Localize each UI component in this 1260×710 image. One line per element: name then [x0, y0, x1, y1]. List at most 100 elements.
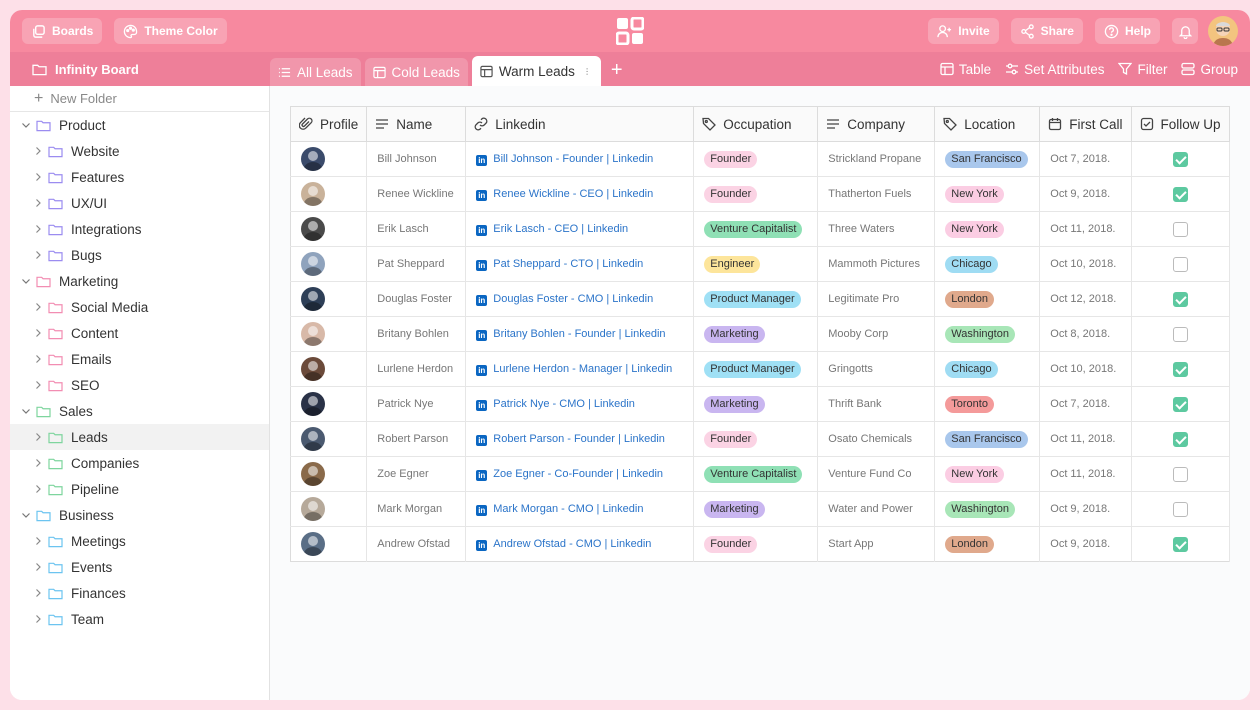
column-header-first-call[interactable]: First Call: [1039, 106, 1132, 142]
linkedin-cell[interactable]: in Robert Parson - Founder | Linkedin: [465, 421, 695, 457]
sidebar-item-content[interactable]: Content: [10, 320, 269, 346]
name-cell[interactable]: Douglas Foster: [366, 281, 467, 317]
chevron-right-icon[interactable]: [32, 379, 44, 391]
linkedin-cell[interactable]: in Pat Sheppard - CTO | Linkedin: [465, 246, 695, 282]
avatar[interactable]: [301, 287, 325, 311]
first-call-cell[interactable]: Oct 8, 2018.: [1039, 316, 1132, 352]
linkedin-cell[interactable]: in Britany Bohlen - Founder | Linkedin: [465, 316, 695, 352]
linkedin-link[interactable]: Patrick Nye - CMO | Linkedin: [493, 398, 635, 410]
theme-color-button[interactable]: Theme Color: [114, 18, 227, 44]
avatar[interactable]: [301, 462, 325, 486]
tab-warm-leads[interactable]: Warm Leads ···: [471, 56, 601, 86]
linkedin-link[interactable]: Robert Parson - Founder | Linkedin: [493, 433, 665, 445]
sidebar-item-leads[interactable]: Leads: [10, 424, 269, 450]
new-folder-button[interactable]: + New Folder: [10, 86, 269, 112]
sidebar-folder-business[interactable]: Business: [10, 502, 269, 528]
chevron-right-icon[interactable]: [32, 613, 44, 625]
table-row[interactable]: Zoe Egner in Zoe Egner - Co-Founder | Link…: [290, 456, 1230, 492]
linkedin-cell[interactable]: in Erik Lasch - CEO | Linkedin: [465, 211, 695, 247]
company-cell[interactable]: Start App: [817, 526, 936, 562]
chevron-down-icon[interactable]: [20, 275, 32, 287]
location-cell[interactable]: Washington: [934, 316, 1041, 352]
name-cell[interactable]: Pat Sheppard: [366, 246, 467, 282]
linkedin-link[interactable]: Andrew Ofstad - CMO | Linkedin: [493, 538, 651, 550]
avatar[interactable]: [301, 322, 325, 346]
add-tab-button[interactable]: +: [611, 56, 623, 86]
avatar[interactable]: [301, 427, 325, 451]
location-cell[interactable]: Chicago: [934, 351, 1041, 387]
linkedin-link[interactable]: Douglas Foster - CMO | Linkedin: [493, 293, 653, 305]
company-cell[interactable]: Venture Fund Co: [817, 456, 936, 492]
sidebar-folder-product[interactable]: Product: [10, 112, 269, 138]
sidebar-item-bugs[interactable]: Bugs: [10, 242, 269, 268]
avatar[interactable]: [301, 497, 325, 521]
company-cell[interactable]: Gringotts: [817, 351, 936, 387]
table-row[interactable]: Patrick Nye in Patrick Nye - CMO | Linkedi…: [290, 386, 1230, 422]
column-header-follow-up[interactable]: Follow Up: [1131, 106, 1230, 142]
sidebar-item-companies[interactable]: Companies: [10, 450, 269, 476]
chevron-right-icon[interactable]: [32, 145, 44, 157]
linkedin-cell[interactable]: in Bill Johnson - Founder | Linkedin: [465, 141, 695, 177]
filter-button[interactable]: Filter: [1118, 62, 1167, 77]
follow-up-checkbox[interactable]: [1172, 536, 1188, 552]
location-cell[interactable]: Chicago: [934, 246, 1041, 282]
occupation-cell[interactable]: Venture Capitalist: [693, 211, 819, 247]
table-row[interactable]: Mark Morgan in Mark Morgan - CMO | Linkedi…: [290, 491, 1230, 527]
occupation-cell[interactable]: Product Manager: [693, 351, 819, 387]
linkedin-link[interactable]: Mark Morgan - CMO | Linkedin: [493, 503, 643, 515]
chevron-right-icon[interactable]: [32, 197, 44, 209]
sidebar-item-ux-ui[interactable]: UX/UI: [10, 190, 269, 216]
avatar[interactable]: [301, 252, 325, 276]
location-cell[interactable]: New York: [934, 456, 1041, 492]
occupation-cell[interactable]: Founder: [693, 421, 819, 457]
chevron-right-icon[interactable]: [32, 483, 44, 495]
avatar[interactable]: [301, 392, 325, 416]
sidebar-item-website[interactable]: Website: [10, 138, 269, 164]
column-header-name[interactable]: Name: [366, 106, 467, 142]
first-call-cell[interactable]: Oct 11, 2018.: [1039, 456, 1132, 492]
user-avatar[interactable]: [1208, 16, 1238, 46]
notifications-button[interactable]: [1172, 18, 1198, 44]
column-header-linkedin[interactable]: Linkedin: [465, 106, 695, 142]
linkedin-link[interactable]: Erik Lasch - CEO | Linkedin: [493, 223, 628, 235]
name-cell[interactable]: Britany Bohlen: [366, 316, 467, 352]
linkedin-link[interactable]: Britany Bohlen - Founder | Linkedin: [493, 328, 665, 340]
first-call-cell[interactable]: Oct 10, 2018.: [1039, 351, 1132, 387]
help-button[interactable]: Help: [1094, 18, 1160, 44]
share-button[interactable]: Share: [1010, 18, 1083, 44]
sidebar-folder-marketing[interactable]: Marketing: [10, 268, 269, 294]
table-row[interactable]: Britany Bohlen in Britany Bohlen - Founder…: [290, 316, 1230, 352]
table-row[interactable]: Douglas Foster in Douglas Foster - CMO | L…: [290, 281, 1230, 317]
occupation-cell[interactable]: Founder: [693, 141, 819, 177]
avatar[interactable]: [301, 217, 325, 241]
chevron-down-icon[interactable]: [20, 119, 32, 131]
first-call-cell[interactable]: Oct 7, 2018.: [1039, 141, 1132, 177]
company-cell[interactable]: Three Waters: [817, 211, 936, 247]
chevron-right-icon[interactable]: [32, 249, 44, 261]
sidebar-folder-sales[interactable]: Sales: [10, 398, 269, 424]
avatar[interactable]: [301, 182, 325, 206]
occupation-cell[interactable]: Marketing: [693, 386, 819, 422]
tab-cold-leads[interactable]: Cold Leads: [364, 58, 468, 86]
sidebar-item-pipeline[interactable]: Pipeline: [10, 476, 269, 502]
follow-up-checkbox[interactable]: [1172, 466, 1188, 482]
chevron-down-icon[interactable]: [20, 509, 32, 521]
company-cell[interactable]: Osato Chemicals: [817, 421, 936, 457]
company-cell[interactable]: Thrift Bank: [817, 386, 936, 422]
sidebar-item-seo[interactable]: SEO: [10, 372, 269, 398]
follow-up-checkbox[interactable]: [1172, 501, 1188, 517]
follow-up-checkbox[interactable]: [1172, 256, 1188, 272]
first-call-cell[interactable]: Oct 12, 2018.: [1039, 281, 1132, 317]
chevron-right-icon[interactable]: [32, 431, 44, 443]
name-cell[interactable]: Mark Morgan: [366, 491, 467, 527]
location-cell[interactable]: Washington: [934, 491, 1041, 527]
location-cell[interactable]: London: [934, 281, 1041, 317]
name-cell[interactable]: Patrick Nye: [366, 386, 467, 422]
avatar[interactable]: [301, 147, 325, 171]
sidebar-item-social-media[interactable]: Social Media: [10, 294, 269, 320]
first-call-cell[interactable]: Oct 7, 2018.: [1039, 386, 1132, 422]
follow-up-checkbox[interactable]: [1172, 396, 1188, 412]
linkedin-cell[interactable]: in Zoe Egner - Co-Founder | Linkedin: [465, 456, 695, 492]
table-row[interactable]: Lurlene Herdon in Lurlene Herdon - Manager…: [290, 351, 1230, 387]
sidebar-item-events[interactable]: Events: [10, 554, 269, 580]
